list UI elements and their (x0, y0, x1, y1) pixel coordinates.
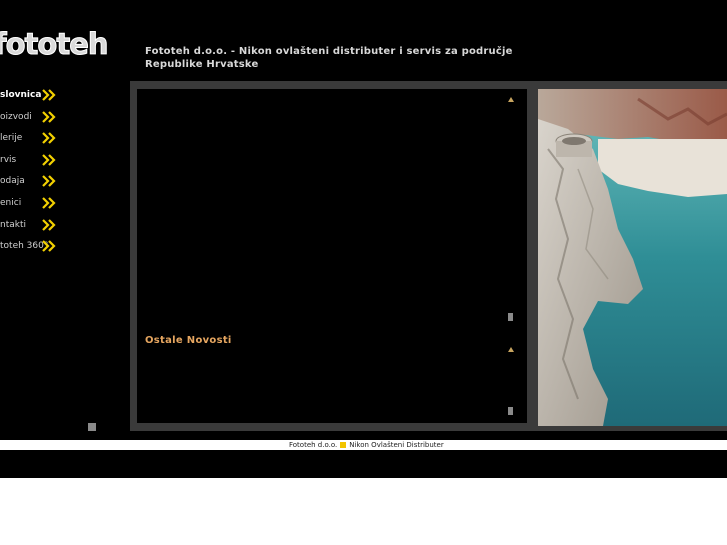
double-chevron-right-icon (42, 197, 56, 209)
page-title: Fototeh d.o.o. - Nikon ovlašteni distrib… (145, 46, 513, 70)
nav-item-servis[interactable]: rvis (0, 151, 60, 173)
scroll-up-arrow-icon[interactable] (508, 347, 514, 352)
site-logo[interactable]: fototeh (0, 27, 109, 62)
double-chevron-right-icon (42, 240, 56, 252)
double-chevron-right-icon (42, 110, 56, 123)
nav-item-galerije[interactable]: lerije (0, 129, 60, 151)
double-chevron-right-icon (42, 89, 56, 101)
footer-company: Fototeh d.o.o. (289, 441, 338, 449)
coastal-photo-image (538, 89, 727, 426)
nav-item-label: odaja (0, 176, 25, 187)
nav-item-naslovnica[interactable]: slovnica (0, 86, 60, 108)
scrollbar-thumb[interactable] (508, 407, 513, 415)
nav-item-proizvodi[interactable]: oizvodi (0, 108, 60, 130)
nav-item-kontakti[interactable]: ntakti (0, 216, 60, 238)
footer-tagline: Nikon Ovlašteni Distributer (349, 441, 444, 449)
news-heading: Ostale Novosti (145, 335, 232, 346)
footer-separator-icon (340, 442, 347, 448)
news-panel (137, 89, 527, 423)
nav-item-cjenici[interactable]: enici (0, 194, 60, 216)
nav-item-fototeh-360[interactable]: toteh 360° (0, 237, 60, 259)
nav-item-label: lerije (0, 133, 23, 144)
sidebar-nav: slovnica oizvodi lerije rvis odaja enici… (0, 86, 60, 259)
coastal-photo (538, 89, 727, 426)
nav-item-label: ntakti (0, 219, 26, 230)
nav-square-marker (88, 423, 96, 431)
nav-item-prodaja[interactable]: odaja (0, 172, 60, 194)
footer-text: Fototeh d.o.o. Nikon Ovlašteni Distribute… (289, 440, 444, 450)
nav-item-label: slovnica (0, 90, 42, 100)
nav-item-label: enici (0, 197, 22, 208)
double-chevron-right-icon (42, 132, 56, 144)
scrollbar-thumb[interactable] (508, 313, 513, 321)
double-chevron-right-icon (42, 154, 56, 166)
nav-item-label: rvis (0, 154, 17, 165)
nav-item-label: oizvodi (0, 111, 32, 122)
double-chevron-right-icon (42, 218, 56, 231)
scroll-up-arrow-icon[interactable] (508, 97, 514, 102)
double-chevron-right-icon (42, 175, 56, 188)
